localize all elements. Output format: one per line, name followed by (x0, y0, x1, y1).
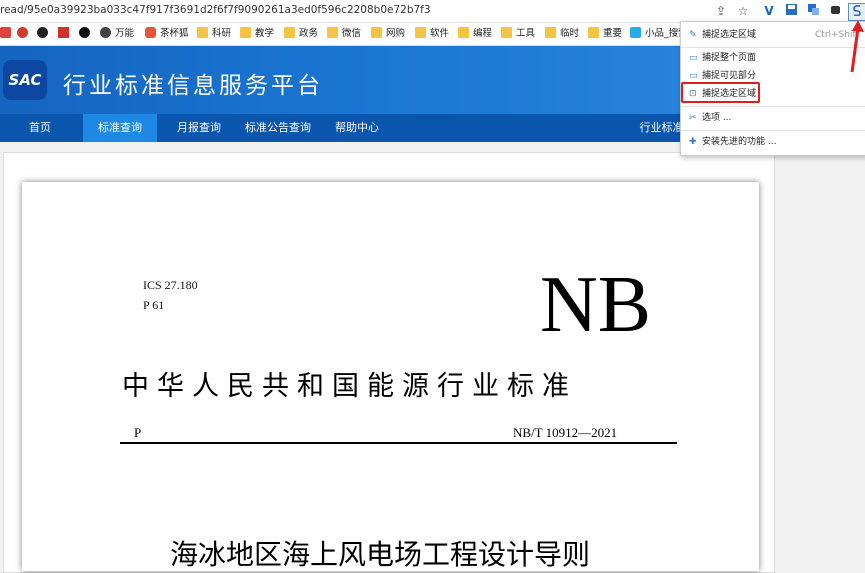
nav-help-center[interactable]: 帮助中心 (325, 114, 389, 142)
bookmark-folder-gongju[interactable]: 工具 (501, 26, 535, 42)
menu-separator (681, 47, 865, 48)
site-title: 行业标准信息服务平台 (63, 73, 323, 99)
page-icon: ▭ (689, 71, 698, 81)
bookmark-wanneng[interactable]: 万能 (100, 26, 134, 42)
url-text[interactable]: read/95e0a39923ba033c47f917f3691d2f6f7f9… (0, 4, 431, 16)
bookmark-app[interactable] (0, 26, 15, 42)
bookmark-chabeihu[interactable]: 茶杯狐 (145, 26, 189, 42)
screenshot-extension-icon[interactable] (848, 3, 865, 21)
folder-icon (197, 27, 208, 38)
grid-icon (58, 27, 69, 38)
sac-logo[interactable]: SAC (3, 60, 47, 100)
bookmark-folder-keyan[interactable]: 科研 (197, 26, 231, 42)
bookmark-folder-ruanjian[interactable]: 软件 (415, 26, 449, 42)
p-label: P (134, 425, 142, 440)
menu-item-capture-full-page[interactable]: ▭ 捕捉整个页面 (681, 49, 865, 67)
bookmark-folder-zhengwu[interactable]: 政务 (284, 26, 318, 42)
folder-icon (458, 27, 469, 38)
site-header: SAC 行业标准信息服务平台 (0, 46, 775, 114)
app-icon (0, 27, 11, 38)
circle-icon (37, 27, 48, 38)
bookmark-folder-weixin[interactable]: 微信 (327, 26, 361, 42)
bilibili-icon (630, 27, 641, 38)
divider-line (120, 442, 677, 444)
bookmark-github[interactable] (79, 26, 94, 42)
extension-v-icon[interactable]: V (761, 3, 777, 19)
standard-code: NB (540, 261, 652, 349)
bookmark-folder-zhongyao[interactable]: 重要 (588, 26, 622, 42)
github-icon (79, 27, 90, 38)
media-icon (17, 27, 28, 38)
standard-number: NB/T 10912—2021 (513, 425, 618, 440)
pen-icon: ✎ (689, 30, 697, 40)
share-icon[interactable]: ⇪ (713, 3, 729, 19)
bookmark-folder-linshi[interactable]: 临时 (545, 26, 579, 42)
folder-icon (371, 27, 382, 38)
nav-standard-query[interactable]: 标准查询 (83, 114, 157, 142)
save-extension-icon[interactable] (783, 3, 799, 19)
menu-item-install-advanced[interactable]: ✚ 安装先进的功能 ... (681, 133, 865, 151)
address-bar[interactable]: read/95e0a39923ba033c47f917f3691d2f6f7f9… (0, 0, 865, 23)
cup-icon (145, 27, 156, 38)
translate-extension-icon[interactable] (805, 3, 821, 19)
annotation-arrow-icon (850, 20, 864, 73)
menu-separator (681, 130, 865, 131)
nav-monthly-query[interactable]: 月报查询 (165, 114, 233, 142)
page-icon: ▭ (689, 53, 698, 63)
menu-separator (681, 106, 865, 107)
menu-item-options[interactable]: ✂ 选项 ... (681, 109, 865, 127)
menu-item-capture-selection[interactable]: ✎ 捕捉选定区域 Ctrl+Shift (681, 26, 865, 44)
issuer-title: 中华人民共和国能源行业标准 (122, 371, 577, 402)
bookmark-media[interactable] (17, 26, 32, 42)
ics-code: ICS 27.180 (143, 278, 198, 292)
folder-icon (240, 27, 251, 38)
extension-dark-icon[interactable] (827, 3, 843, 19)
folder-icon (545, 27, 556, 38)
star-icon[interactable]: ☆ (735, 3, 751, 19)
document-title: 海冰地区海上风电场工程设计导则 (170, 538, 591, 571)
tools-icon: ✂ (689, 113, 697, 123)
plus-icon: ✚ (689, 137, 697, 147)
bookmark-folder-jiaoxue[interactable]: 教学 (240, 26, 274, 42)
folder-icon (284, 27, 295, 38)
nav-home[interactable]: 首页 (10, 114, 70, 142)
folder-icon (327, 27, 338, 38)
classification-code: P 61 (143, 298, 165, 312)
bookmark-grid[interactable] (58, 26, 73, 42)
folder-icon (588, 27, 599, 38)
highlight-box (681, 82, 760, 103)
bookmark-circle[interactable] (37, 26, 52, 42)
bookmark-folder-biancheng[interactable]: 编程 (458, 26, 492, 42)
folder-icon (415, 27, 426, 38)
nav-announcement-query[interactable]: 标准公告查询 (238, 114, 318, 142)
folder-icon (501, 27, 512, 38)
bookmark-folder-wanggou[interactable]: 网购 (371, 26, 405, 42)
globe-icon (100, 27, 111, 38)
main-nav: 首页 标准查询 月报查询 标准公告查询 帮助中心 行业标准备 (0, 114, 775, 142)
